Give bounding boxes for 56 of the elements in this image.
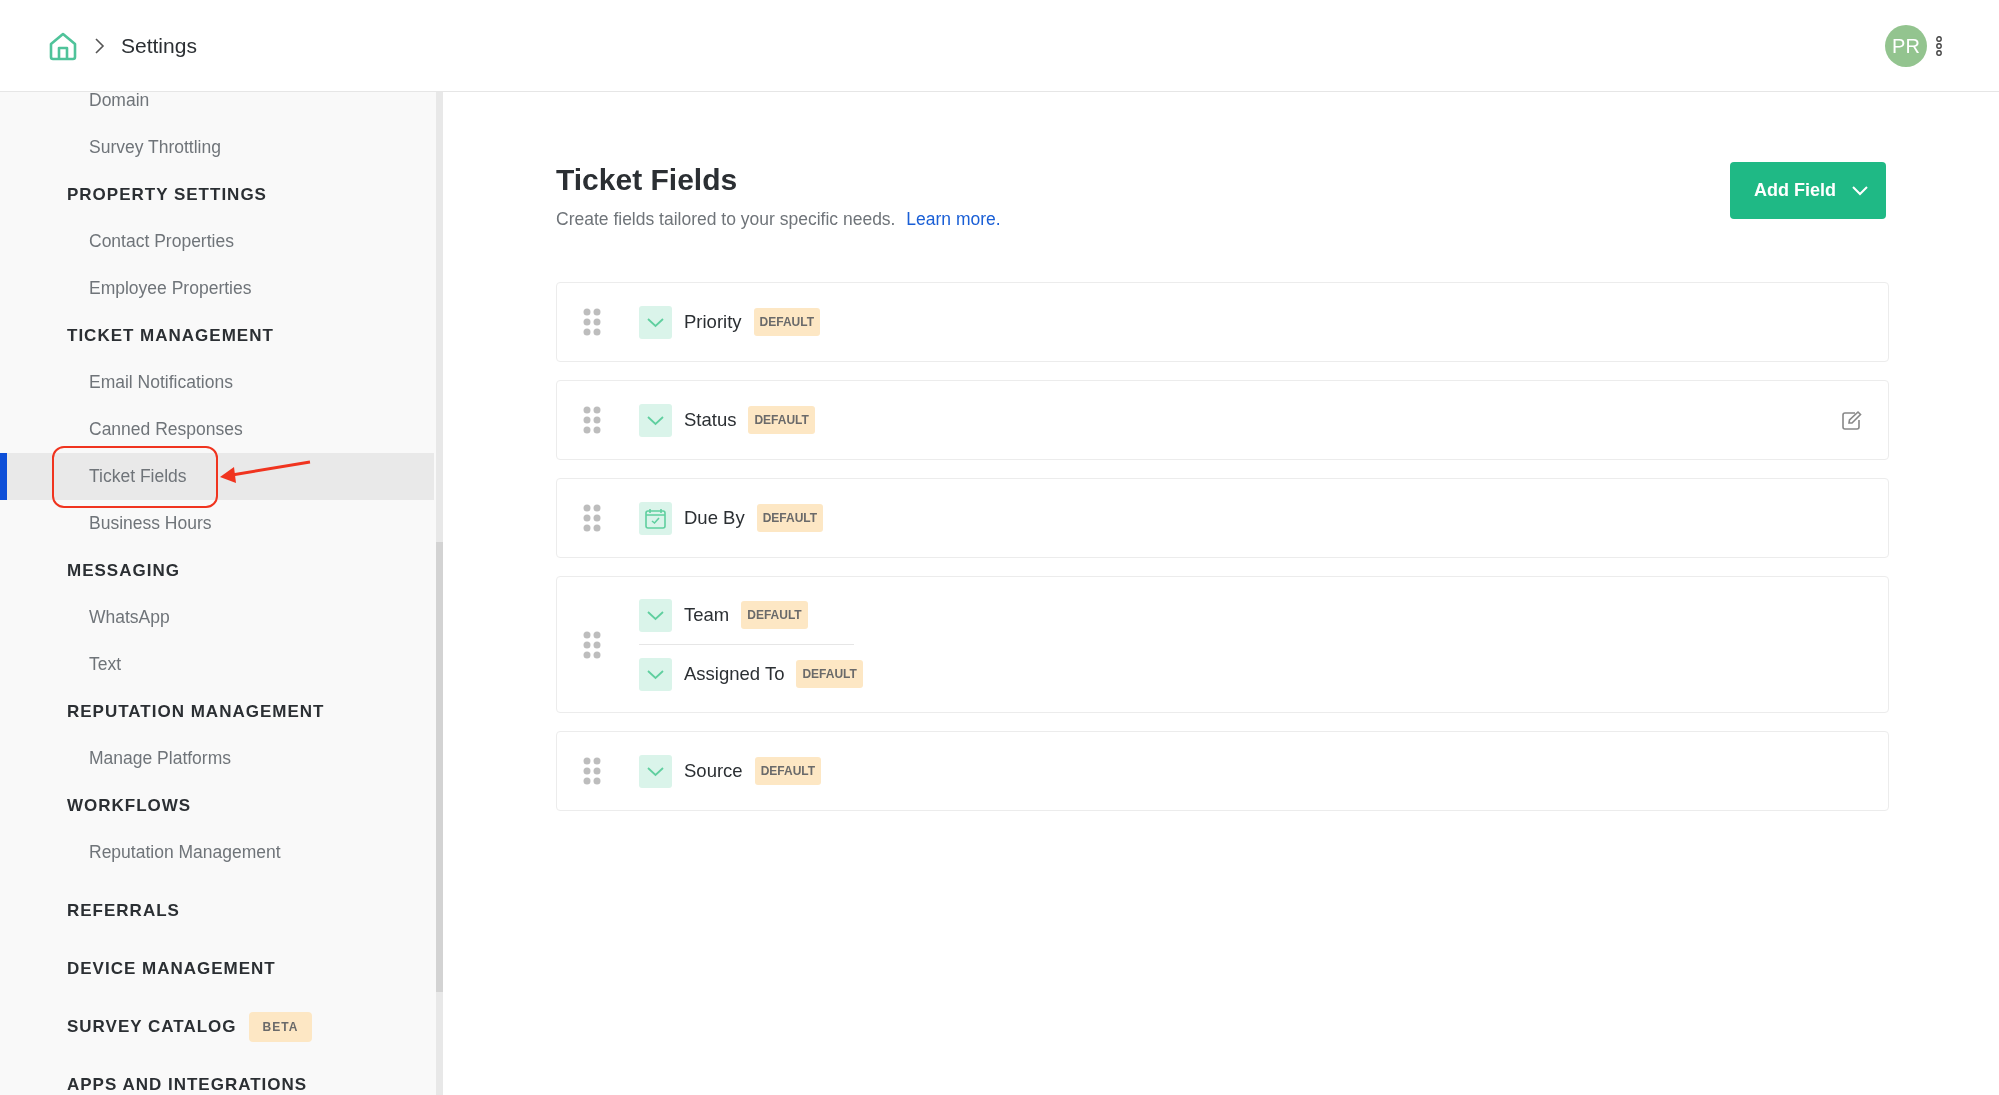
section-heading: DEVICE MANAGEMENT xyxy=(67,957,276,980)
drag-handle-icon[interactable] xyxy=(583,757,601,786)
breadcrumb-item: Settings xyxy=(121,32,197,59)
chevron-down-icon xyxy=(639,305,672,339)
default-badge: DEFAULT xyxy=(748,406,815,435)
sidebar-item[interactable]: Contact Properties xyxy=(0,218,434,265)
scrollbar-thumb[interactable] xyxy=(436,542,443,992)
default-badge: DEFAULT xyxy=(754,757,822,786)
section-heading: REFERRALS xyxy=(67,899,180,922)
calendar-icon xyxy=(639,501,672,535)
section-heading: MESSAGING xyxy=(67,559,180,582)
section-heading: WORKFLOWS xyxy=(67,794,192,817)
field-name: Priority xyxy=(684,310,742,335)
sidebar-item[interactable]: Business Hours xyxy=(0,500,434,547)
sidebar-item[interactable]: Ticket Fields xyxy=(0,453,434,500)
section-heading: PROPERTY SETTINGS xyxy=(67,183,267,206)
sidebar-item[interactable]: Survey Throttling xyxy=(0,124,434,171)
edit-icon[interactable] xyxy=(1840,409,1862,431)
beta-badge: BETA xyxy=(248,1011,313,1042)
more-options-icon[interactable] xyxy=(1935,35,1943,56)
field-name: Source xyxy=(684,759,743,784)
learn-more-link[interactable]: Learn more. xyxy=(906,209,1001,229)
add-field-button[interactable]: Add Field xyxy=(1730,162,1886,219)
drag-handle-icon[interactable] xyxy=(583,504,601,533)
drag-handle-icon[interactable] xyxy=(583,308,601,337)
field-name: Due By xyxy=(684,506,745,531)
default-badge: DEFAULT xyxy=(741,601,808,630)
sidebar-item[interactable]: Text xyxy=(0,641,434,688)
drag-handle-icon[interactable] xyxy=(583,406,601,435)
sidebar-item[interactable]: Domain xyxy=(0,92,434,124)
section-heading: SURVEY CATALOG xyxy=(67,1015,237,1038)
sidebar-item[interactable]: Employee Properties xyxy=(0,265,434,312)
section-heading: APPS AND INTEGRATIONS xyxy=(67,1073,308,1095)
default-badge: DEFAULT xyxy=(756,504,824,533)
sidebar-item[interactable]: Reputation Management xyxy=(0,829,434,876)
field-name: Status xyxy=(684,408,737,433)
default-badge: DEFAULT xyxy=(753,308,820,337)
chevron-down-icon xyxy=(639,657,672,691)
page-description: Create fields tailored to your specific needs. Learn more. xyxy=(556,208,1001,231)
drag-handle-icon[interactable] xyxy=(583,630,601,659)
chevron-down-icon xyxy=(639,598,672,632)
caret-icon xyxy=(1852,185,1868,196)
sidebar-item[interactable]: Email Notifications xyxy=(0,359,434,406)
field-name: Assigned To xyxy=(684,662,785,687)
sidebar-item[interactable]: Canned Responses xyxy=(0,406,434,453)
chevron-down-icon xyxy=(639,403,672,437)
chevron-right-icon xyxy=(94,36,105,55)
chevron-down-icon xyxy=(639,754,672,788)
page-title: Ticket Fields xyxy=(556,162,739,198)
sidebar-item[interactable]: Manage Platforms xyxy=(0,735,434,782)
default-badge: DEFAULT xyxy=(796,660,863,689)
section-heading: REPUTATION MANAGEMENT xyxy=(67,700,325,723)
home-icon[interactable] xyxy=(48,30,78,61)
section-heading: TICKET MANAGEMENT xyxy=(67,324,274,347)
field-name: Team xyxy=(684,603,730,628)
sidebar-item[interactable]: WhatsApp xyxy=(0,594,434,641)
